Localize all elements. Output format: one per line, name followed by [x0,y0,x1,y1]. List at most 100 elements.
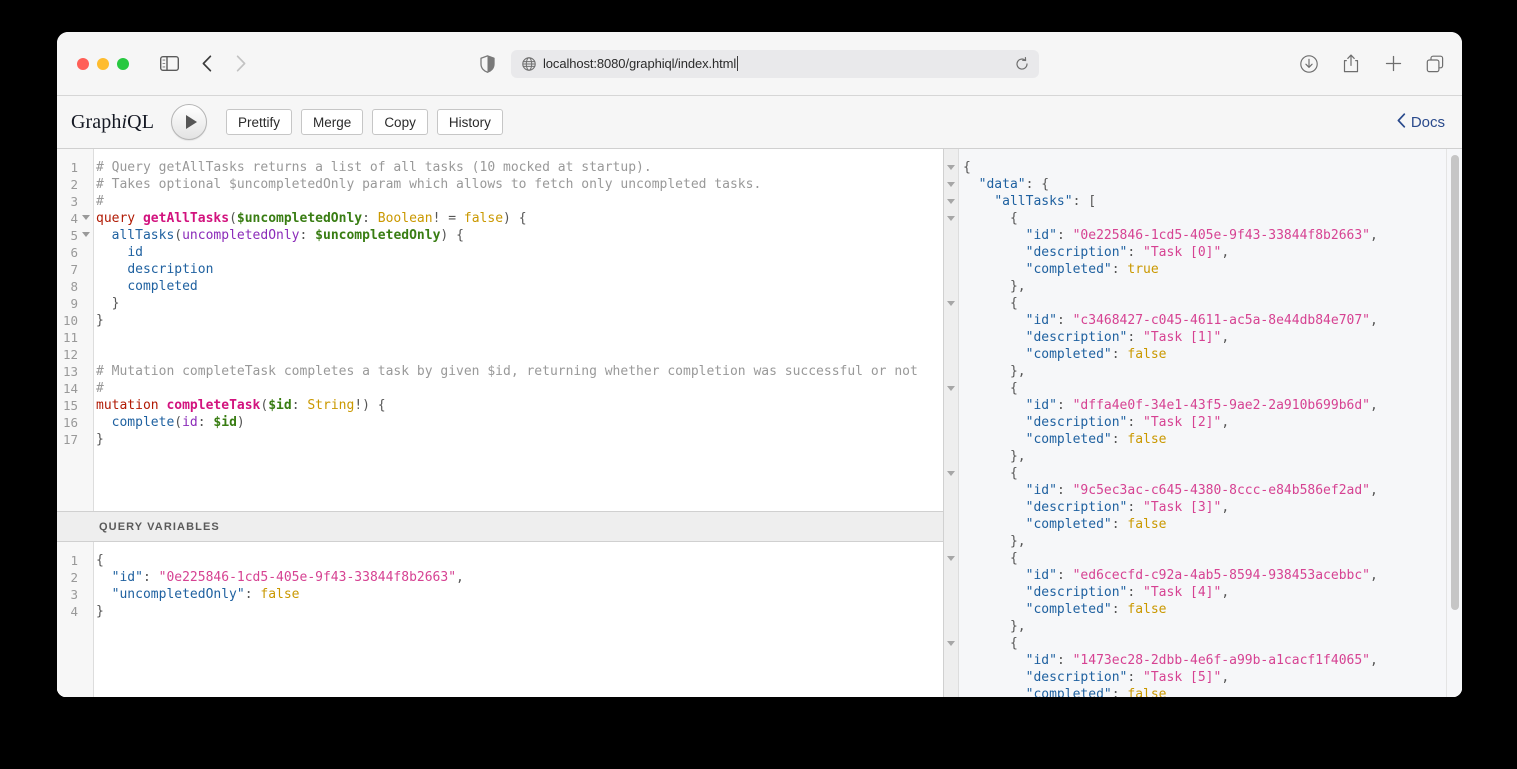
line-number: 1 [70,160,78,175]
fold-arrow-icon[interactable] [947,641,955,646]
result-line: { [1009,381,1018,396]
privacy-shield-icon[interactable] [480,54,495,73]
logo-prefix: Graph [71,110,122,133]
copy-button[interactable]: Copy [372,109,428,135]
fold-arrow-icon[interactable] [947,216,955,221]
result-line: "completed": false [1025,347,1167,362]
result-line: "completed": false [1025,602,1167,617]
line-number: 8 [70,279,78,294]
result-line: "allTasks": [ [994,194,1097,209]
fold-arrow-icon[interactable] [82,232,90,237]
result-line: "completed": true [1025,262,1159,277]
screen: localhost:8080/graphiql/index.html Graph… [0,0,1517,769]
query-editor-code[interactable]: # Query getAllTasks returns a list of al… [94,149,943,511]
close-window-button[interactable] [77,57,89,70]
result-line: }, [1009,364,1026,379]
result-line: { [1009,211,1018,226]
history-button[interactable]: History [436,109,503,135]
result-line: "id": "dffa4e0f-34e1-43f5-9ae2-2a910b699… [1025,398,1378,413]
graphiql-toolbar: GraphiQL Prettify Merge Copy History Doc… [57,96,1462,149]
code-line: "id": "0e225846-1cd5-405e-9f43-33844f8b2… [111,570,464,585]
line-number: 4 [57,210,93,227]
code-line: # [96,381,104,396]
fold-arrow-icon[interactable] [947,165,955,170]
prettify-button[interactable]: Prettify [226,109,293,135]
result-line: "id": "c3468427-c045-4611-ac5a-8e44db84e… [1025,313,1378,328]
url-text: localhost:8080/graphiql/index.html [543,56,737,71]
fold-arrow-icon[interactable] [947,386,955,391]
result-line: "description": "Task [2]", [1025,415,1230,430]
result-line: { [1009,551,1018,566]
line-number: 1 [70,553,78,568]
execute-query-button[interactable] [171,104,208,140]
url-text-caret [737,56,739,71]
new-tab-icon[interactable] [1383,54,1403,74]
line-number: 11 [62,330,78,345]
result-line: { [1009,296,1018,311]
result-line: }, [1009,449,1026,464]
docs-label: Docs [1410,113,1445,131]
code-line: } [96,313,104,328]
line-number: 16 [62,415,78,430]
tab-overview-icon[interactable] [1425,54,1445,74]
play-icon [185,115,197,129]
result-line: }, [1009,279,1026,294]
line-number: 2 [70,570,78,585]
result-line: "id": "0e225846-1cd5-405e-9f43-33844f8b2… [1025,228,1378,243]
line-number: 5 [57,227,93,244]
navigation-arrows [200,54,248,74]
code-line: allTasks(uncompletedOnly: $uncompletedOn… [111,228,464,243]
result-scrollbar[interactable] [1446,149,1462,697]
minimize-window-button[interactable] [97,57,109,70]
code-line: id [127,245,143,260]
query-variables-editor[interactable]: 1 2 3 4 { "id": "0e225846-1cd5-405e-9f43-33… [57,542,943,697]
code-line: } [96,604,104,619]
download-icon[interactable] [1299,54,1319,74]
left-pane: 1 2 3 4 5 6 7 8 9 10 11 12 13 14 15 16 17 # Query getAll… [57,149,944,697]
code-line: # Mutation completeTask completes a task… [96,364,918,379]
merge-button[interactable]: Merge [301,109,364,135]
back-arrow-icon[interactable] [200,54,214,74]
fold-arrow-icon[interactable] [947,199,955,204]
url-area: localhost:8080/graphiql/index.html [57,49,1462,78]
fold-arrow-icon[interactable] [947,182,955,187]
line-number: 10 [62,313,78,328]
maximize-window-button[interactable] [117,57,129,70]
reload-icon[interactable] [1015,56,1029,71]
code-line: "uncompletedOnly": false [111,587,300,602]
line-number: 9 [70,296,78,311]
fold-arrow-icon[interactable] [947,556,955,561]
code-line: description [127,262,214,277]
code-line: } [111,296,120,311]
browser-titlebar: localhost:8080/graphiql/index.html [57,32,1462,96]
share-icon[interactable] [1341,54,1361,74]
code-line: query getAllTasks($uncompletedOnly: Bool… [96,211,527,226]
fold-arrow-icon[interactable] [947,301,955,306]
code-line: { [96,553,104,568]
code-line: complete(id: $id) [111,415,245,430]
sidebar-toggle-icon[interactable] [158,55,180,73]
browser-actions [1299,54,1445,74]
result-line: "data": { [978,177,1050,192]
line-number: 13 [62,364,78,379]
line-number: 3 [70,587,78,602]
line-number: 4 [70,604,78,619]
browser-window: localhost:8080/graphiql/index.html Graph… [57,32,1462,697]
graphiql-logo: GraphiQL [71,111,154,134]
forward-arrow-icon[interactable] [234,54,248,74]
result-line: "description": "Task [0]", [1025,245,1230,260]
result-line: { [963,160,971,175]
query-variables-header[interactable]: QUERY VARIABLES [57,511,943,542]
result-scrollbar-thumb[interactable] [1451,155,1459,610]
fold-arrow-icon[interactable] [82,215,90,220]
variables-editor-code[interactable]: { "id": "0e225846-1cd5-405e-9f43-33844f8… [94,542,943,697]
result-pane[interactable]: { "data": { "allTasks": [ { "id": "0e225… [944,149,1462,697]
result-line: }, [1009,619,1026,634]
url-bar[interactable]: localhost:8080/graphiql/index.html [511,49,1039,78]
fold-arrow-icon[interactable] [947,471,955,476]
query-editor[interactable]: 1 2 3 4 5 6 7 8 9 10 11 12 13 14 15 16 17 # Query getAll… [57,149,943,511]
docs-button[interactable]: Docs [1397,112,1445,132]
line-number: 12 [62,347,78,362]
result-gutter [944,149,959,697]
